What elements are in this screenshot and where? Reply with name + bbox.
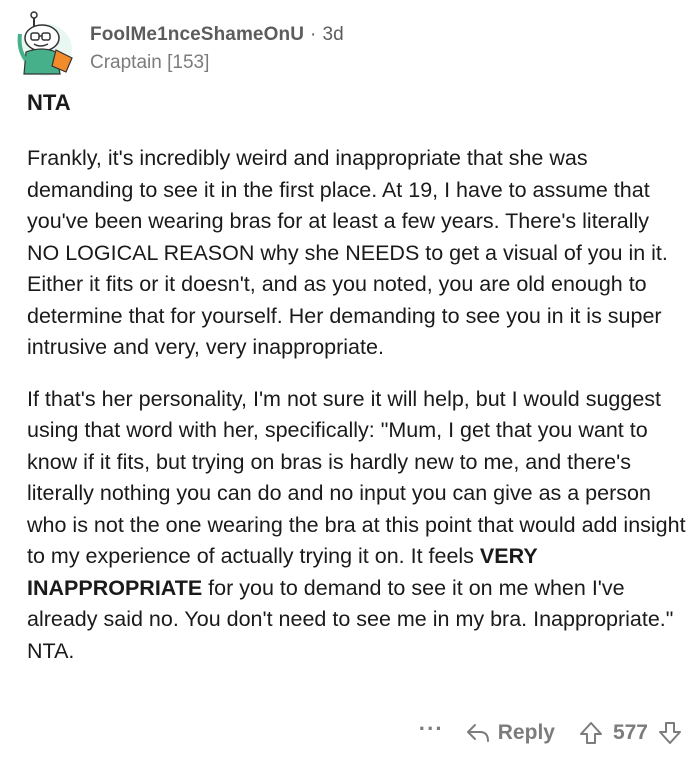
more-options-button[interactable]: ··· (419, 716, 444, 742)
comment-author[interactable]: FoolMe1nceShameOnU · 3d (90, 24, 344, 46)
comment-paragraph-1: Frankly, it's incredibly weird and inapp… (27, 146, 668, 359)
meta-separator: · (310, 24, 317, 45)
user-flair: Craptain [153] (90, 52, 210, 73)
comment-age: 3d (322, 24, 344, 45)
reply-arrow-icon (466, 724, 489, 742)
paragraph-2-text-start: If that's her personality, I'm not sure … (27, 386, 686, 569)
vote-controls: 577 (579, 721, 682, 745)
vote-count: 577 (612, 721, 648, 744)
user-avatar[interactable] (12, 10, 80, 78)
comment-title: NTA (27, 90, 71, 115)
comment-header: FoolMe1nceShameOnU · 3d Craptain [153] (12, 10, 688, 80)
username-text[interactable]: FoolMe1nceShameOnU (90, 24, 304, 45)
reply-label: Reply (497, 721, 555, 744)
upvote-arrow-icon[interactable] (579, 721, 603, 745)
comment-actions: ··· Reply 577 (419, 716, 682, 750)
downvote-arrow-icon[interactable] (658, 721, 682, 745)
reply-button[interactable]: Reply (466, 721, 555, 745)
comment-body: Frankly, it's incredibly weird and inapp… (27, 143, 687, 687)
comment-paragraph-2: If that's her personality, I'm not sure … (27, 384, 687, 668)
